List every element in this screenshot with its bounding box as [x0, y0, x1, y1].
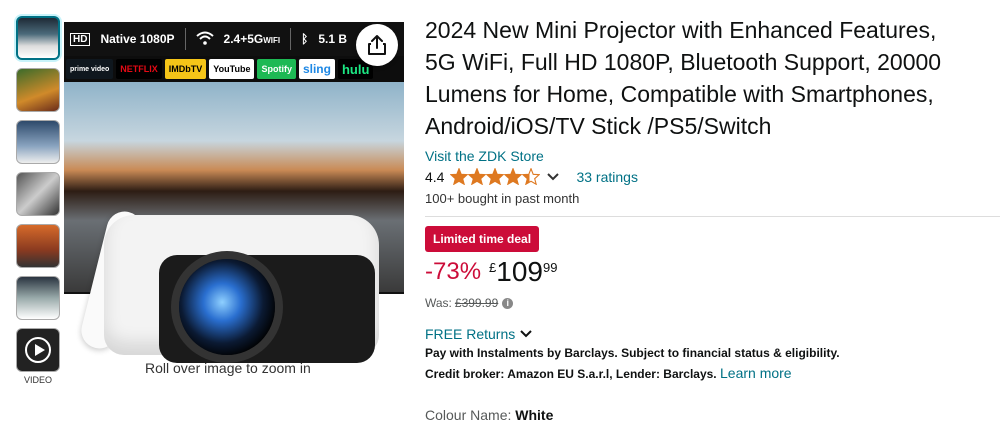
banner-divider [290, 28, 292, 50]
rating-row: 4.4 33 ratings [425, 168, 1000, 185]
thumbnail-5[interactable] [16, 224, 60, 268]
deal-badge: Limited time deal [425, 226, 540, 252]
colour-variation: Colour Name: White [425, 407, 1000, 423]
thumbnail-6[interactable] [16, 276, 60, 320]
share-button[interactable] [356, 24, 398, 66]
was-label: Was: [425, 296, 452, 310]
chevron-down-icon [520, 330, 532, 338]
discount-percent: -73% [425, 258, 482, 285]
credit-text: Credit broker: Amazon EU S.a.r.l, Lender… [425, 367, 717, 381]
free-returns-link[interactable]: FREE Returns [425, 326, 1000, 342]
video-thumbnail[interactable] [16, 328, 60, 372]
app-logo: IMDbTV [164, 59, 207, 79]
title-line: Android/iOS/TV Stick /PS5/Switch [425, 113, 772, 139]
price-row: -73% £ 109 99 [425, 256, 1000, 288]
price-currency: £ [489, 260, 497, 275]
was-price-row: Was: £399.99 i [425, 296, 1000, 310]
price-fraction: 99 [542, 260, 558, 275]
feature-banner: HD Native 1080P 2.4+5GWIFI ᛒ 5.1 B [64, 22, 404, 56]
thumbnail-4[interactable] [16, 172, 60, 216]
play-icon [25, 337, 51, 363]
banner-divider [184, 28, 186, 50]
wifi-icon [195, 31, 214, 48]
star-icon [504, 168, 523, 185]
rating-value: 4.4 [425, 168, 445, 185]
star-icon [486, 168, 505, 185]
bought-count: 100+ bought in past month [425, 191, 580, 206]
learn-more-link[interactable]: Learn more [720, 365, 792, 381]
wifi-text: 2.4+5GWIFI [223, 32, 281, 46]
product-title: 2024 New Mini Projector with Enhanced Fe… [425, 14, 1000, 142]
price-whole: 109 [496, 256, 543, 287]
chevron-down-icon[interactable] [546, 172, 560, 182]
video-label: VIDEO [23, 375, 52, 385]
image-thumbnail-list: VIDEO [14, 16, 64, 385]
credit-broker-text: Credit broker: Amazon EU S.a.r.l, Lender… [425, 365, 1000, 381]
store-link[interactable]: Visit the ZDK Store [425, 148, 1000, 164]
projector-lens-image [179, 259, 275, 355]
star-rating[interactable] [450, 168, 541, 185]
instalments-text: Pay with Instalments by Barclays. Subjec… [425, 346, 840, 360]
title-line: 2024 New Mini Projector with Enhanced Fe… [425, 17, 937, 43]
share-icon [368, 35, 386, 55]
ratings-count-link[interactable]: 33 ratings [576, 169, 637, 185]
was-price: £399.99 [454, 296, 499, 310]
app-logo: YouTube [209, 59, 255, 79]
divider [425, 216, 1000, 217]
main-product-image[interactable]: HD Native 1080P 2.4+5GWIFI ᛒ 5.1 B prime… [64, 22, 404, 363]
info-icon[interactable]: i [502, 297, 514, 309]
star-icon [450, 168, 469, 185]
thumbnail-1[interactable] [16, 16, 60, 60]
app-logo: NETFLIX [116, 59, 162, 79]
app-logo: Spotify [257, 59, 296, 79]
colour-value: White [515, 407, 554, 423]
star-icon [522, 168, 541, 185]
title-line: 5G WiFi, Full HD 1080P, Bluetooth Suppor… [425, 49, 942, 75]
bluetooth-text: 5.1 B [318, 32, 347, 46]
star-icon [468, 168, 487, 185]
colour-label: Colour Name: [425, 407, 512, 423]
resolution-text: Native 1080P [100, 32, 175, 46]
thumbnail-2[interactable] [16, 68, 60, 112]
zoom-hint: Roll over image to zoom in [145, 360, 311, 376]
app-logo: sling [298, 59, 335, 79]
hd-icon: HD [70, 32, 91, 46]
streaming-apps-strip: prime video NETFLIX IMDbTV YouTube Spoti… [64, 56, 404, 82]
product-details: 2024 New Mini Projector with Enhanced Fe… [425, 14, 1000, 423]
bluetooth-icon: ᛒ [301, 32, 309, 46]
title-line: Lumens for Home, Compatible with Smartph… [425, 81, 934, 107]
thumbnail-3[interactable] [16, 120, 60, 164]
app-logo: prime video [66, 59, 114, 79]
returns-label: FREE Returns [425, 326, 516, 342]
